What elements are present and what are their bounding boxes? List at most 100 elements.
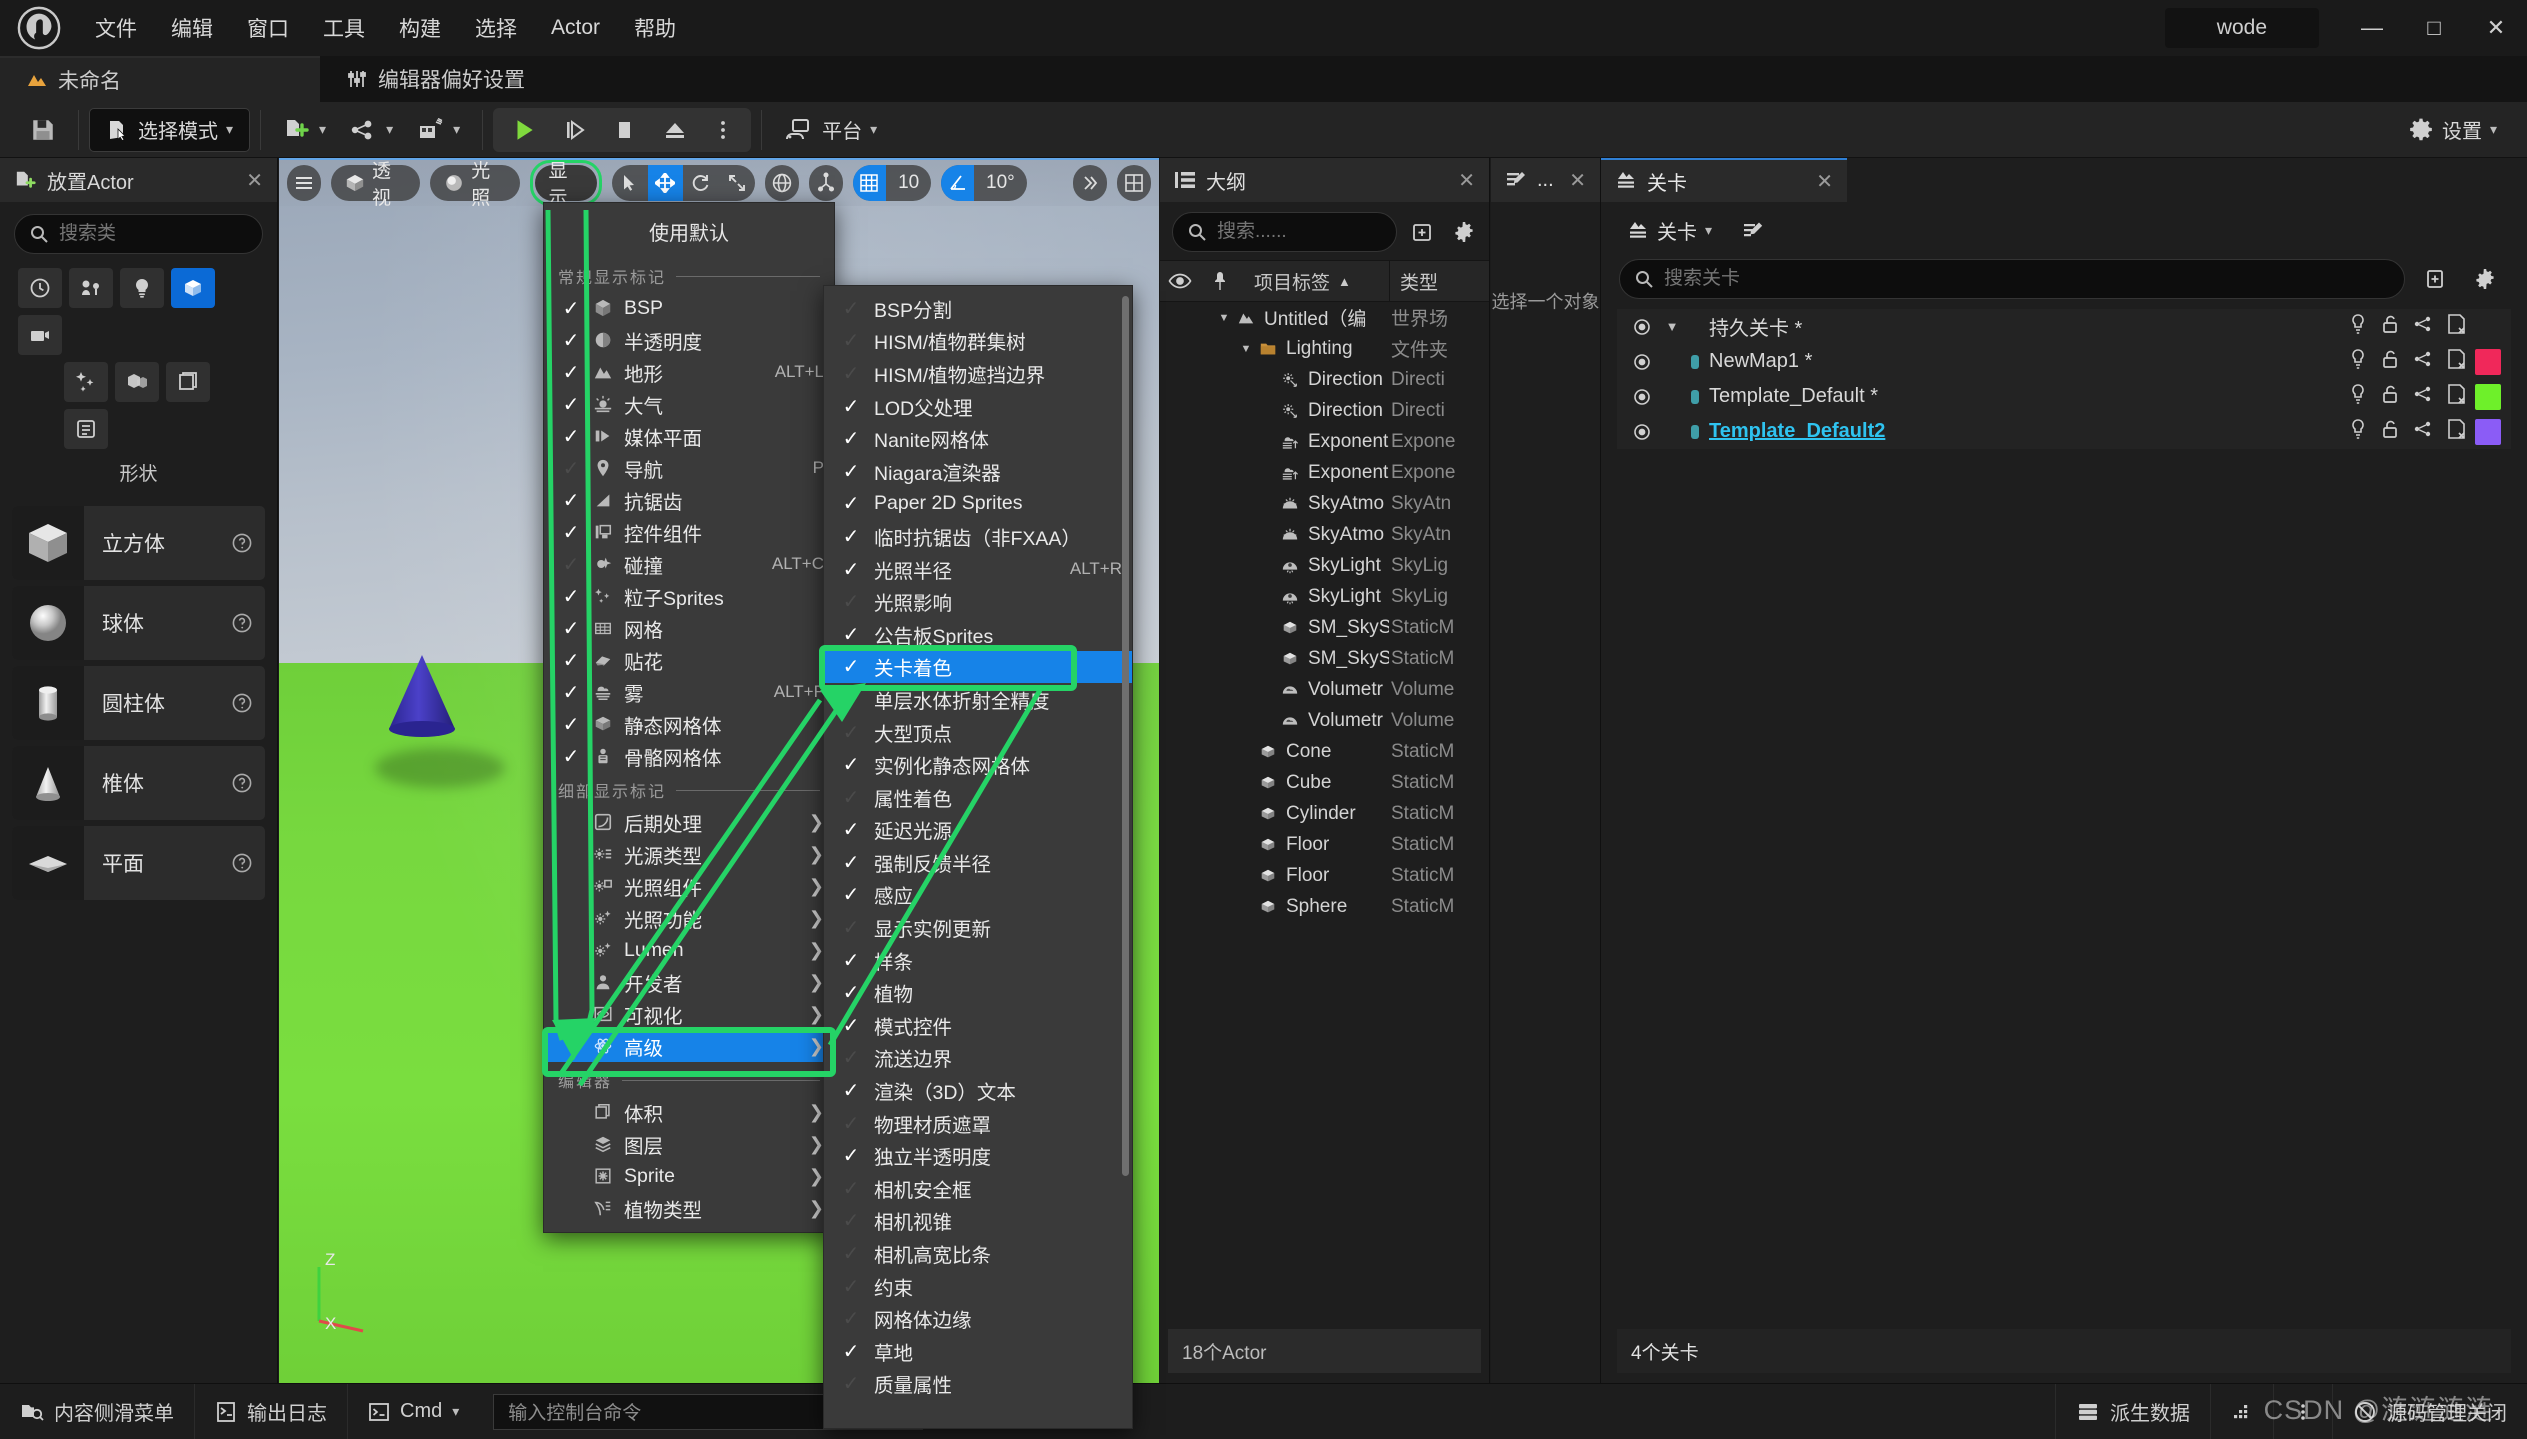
submenu-item-Nanite网格体[interactable]: ✓Nanite网格体: [824, 422, 1132, 455]
edit-level-button[interactable]: [1734, 217, 1772, 245]
play-button[interactable]: [499, 109, 549, 151]
submenu-item-约束[interactable]: ✓约束: [824, 1270, 1132, 1303]
submenu-item-关卡着色[interactable]: ✓关卡着色: [824, 651, 1132, 684]
viewport-menu-button[interactable]: [287, 165, 321, 201]
translate-tool-button[interactable]: [648, 165, 684, 201]
help-icon[interactable]: [219, 692, 265, 714]
level-row[interactable]: Template_Default *: [1617, 379, 2511, 414]
eject-button[interactable]: [651, 109, 699, 151]
category-cinematic[interactable]: [18, 315, 62, 355]
viewport-expand-button[interactable]: [1073, 165, 1107, 201]
save-level-icon[interactable]: [2447, 313, 2467, 341]
menu-item-粒子Sprites[interactable]: ✓粒子Sprites: [544, 580, 834, 612]
tab-untitled-level[interactable]: 未命名: [0, 56, 320, 102]
outliner-row[interactable]: ConeStaticM: [1160, 736, 1489, 767]
lightbulb-icon[interactable]: [2349, 313, 2367, 341]
select-mode-dropdown[interactable]: 选择模式 ▾: [89, 108, 250, 152]
levels-dropdown-button[interactable]: 关卡 ▾: [1619, 212, 1720, 249]
column-type[interactable]: 类型: [1389, 260, 1489, 302]
grid-snap-value[interactable]: 10: [886, 172, 931, 194]
pin-icon[interactable]: [1200, 260, 1240, 302]
menu-edit[interactable]: 编辑: [154, 7, 230, 49]
outliner-row[interactable]: ExponentExpone: [1160, 426, 1489, 457]
submenu-item-公告板Sprites[interactable]: ✓公告板Sprites: [824, 618, 1132, 651]
menu-item-碰撞[interactable]: ✓碰撞ALT+C: [544, 548, 834, 580]
level-color-swatch[interactable]: [2475, 349, 2501, 375]
menu-item-体积[interactable]: 体积❯: [544, 1096, 834, 1128]
menu-build[interactable]: 构建: [382, 7, 458, 49]
menu-item-光源类型[interactable]: 光源类型❯: [544, 838, 834, 870]
expander-icon[interactable]: ▼: [1659, 319, 1685, 334]
menu-item-高级[interactable]: 高级❯: [544, 1030, 834, 1062]
menu-item-光照组件[interactable]: 光照组件❯: [544, 870, 834, 902]
search-input-wrap[interactable]: [1172, 212, 1397, 252]
viewport-show-button[interactable]: 显示: [535, 165, 597, 201]
angle-snap-value[interactable]: 10°: [974, 172, 1027, 194]
menu-item-开发者[interactable]: 开发者❯: [544, 966, 834, 998]
list-item[interactable]: 立方体: [12, 506, 265, 580]
gear-icon[interactable]: [1447, 220, 1481, 244]
submenu-item-独立半透明度[interactable]: ✓独立半透明度: [824, 1139, 1132, 1172]
menu-item-贴花[interactable]: ✓贴花: [544, 644, 834, 676]
search-input[interactable]: [1217, 221, 1382, 243]
level-color-swatch[interactable]: [2475, 419, 2501, 445]
step-button[interactable]: [551, 109, 599, 151]
submenu-item-HISM植物遮挡边界[interactable]: ✓HISM/植物遮挡边界: [824, 357, 1132, 390]
status-more-button[interactable]: [2273, 1384, 2332, 1439]
outliner-row[interactable]: SkyAtmoSkyAtn: [1160, 519, 1489, 550]
submenu-item-样条[interactable]: ✓样条: [824, 944, 1132, 977]
menu-item-骨骼网格体[interactable]: ✓骨骼网格体: [544, 740, 834, 772]
lightbulb-icon[interactable]: [2349, 383, 2367, 411]
menu-item-BSP[interactable]: ✓BSP: [544, 292, 834, 324]
list-item[interactable]: 平面: [12, 826, 265, 900]
submenu-item-单层水体折射全精度[interactable]: ✓单层水体折射全精度: [824, 683, 1132, 716]
viewport-layout-button[interactable]: [1117, 165, 1151, 201]
category-basic[interactable]: [69, 268, 113, 308]
outliner-row[interactable]: SkyAtmoSkyAtn: [1160, 488, 1489, 519]
outliner-row[interactable]: DirectionDirecti: [1160, 364, 1489, 395]
submenu-item-Niagara渲染器[interactable]: ✓Niagara渲染器: [824, 455, 1132, 488]
submenu-item-BSP分割[interactable]: ✓BSP分割: [824, 292, 1132, 325]
unlock-icon[interactable]: [2381, 313, 2399, 341]
menu-item-抗锯齿[interactable]: ✓抗锯齿: [544, 484, 834, 516]
tab-editor-preferences[interactable]: 编辑器偏好设置: [320, 56, 551, 102]
level-color-swatch[interactable]: [2475, 384, 2501, 410]
help-icon[interactable]: [219, 852, 265, 874]
use-defaults-item[interactable]: 使用默认: [544, 207, 834, 258]
list-item[interactable]: 球体: [12, 586, 265, 660]
viewport-lighting-button[interactable]: 光照: [430, 165, 519, 201]
category-volumes[interactable]: [166, 362, 210, 402]
eye-icon[interactable]: [1625, 352, 1659, 372]
surface-snap-button[interactable]: [809, 165, 843, 201]
add-actor-button[interactable]: ▾: [271, 109, 338, 151]
submenu-item-HISM植物群集树[interactable]: ✓HISM/植物群集树: [824, 325, 1132, 358]
platforms-button[interactable]: 平台 ▾: [772, 109, 889, 151]
category-shapes[interactable]: [171, 268, 215, 308]
menu-item-导航[interactable]: ✓导航P: [544, 452, 834, 484]
menu-tools[interactable]: 工具: [306, 7, 382, 49]
outliner-row[interactable]: CylinderStaticM: [1160, 798, 1489, 829]
outliner-row[interactable]: FloorStaticM: [1160, 860, 1489, 891]
menu-item-网格[interactable]: ✓网格: [544, 612, 834, 644]
output-log-button[interactable]: 输出日志: [195, 1384, 348, 1439]
submenu-item-物理材质遮罩[interactable]: ✓物理材质遮罩: [824, 1107, 1132, 1140]
save-level-icon[interactable]: [2447, 348, 2467, 376]
close-icon[interactable]: ✕: [246, 168, 263, 193]
cinematics-button[interactable]: ▾: [405, 109, 472, 151]
play-options-button[interactable]: [701, 109, 745, 151]
blueprint-button[interactable]: ▾: [338, 109, 405, 151]
outliner-row[interactable]: DirectionDirecti: [1160, 395, 1489, 426]
close-icon[interactable]: ✕: [1458, 168, 1475, 193]
streaming-icon[interactable]: [2413, 384, 2433, 410]
outliner-row[interactable]: FloorStaticM: [1160, 829, 1489, 860]
menu-item-地形[interactable]: ✓地形ALT+L: [544, 356, 834, 388]
lightbulb-icon[interactable]: [2349, 418, 2367, 446]
outliner-row[interactable]: SM_SkySStaticM: [1160, 643, 1489, 674]
unlock-icon[interactable]: [2381, 383, 2399, 411]
menu-item-可视化[interactable]: 可视化❯: [544, 998, 834, 1030]
submenu-item-草地[interactable]: ✓草地: [824, 1335, 1132, 1368]
gear-icon[interactable]: [2465, 267, 2505, 291]
stop-button[interactable]: [601, 109, 649, 151]
search-input-wrap[interactable]: [14, 214, 263, 254]
viewport-perspective-button[interactable]: 透视: [331, 165, 420, 201]
